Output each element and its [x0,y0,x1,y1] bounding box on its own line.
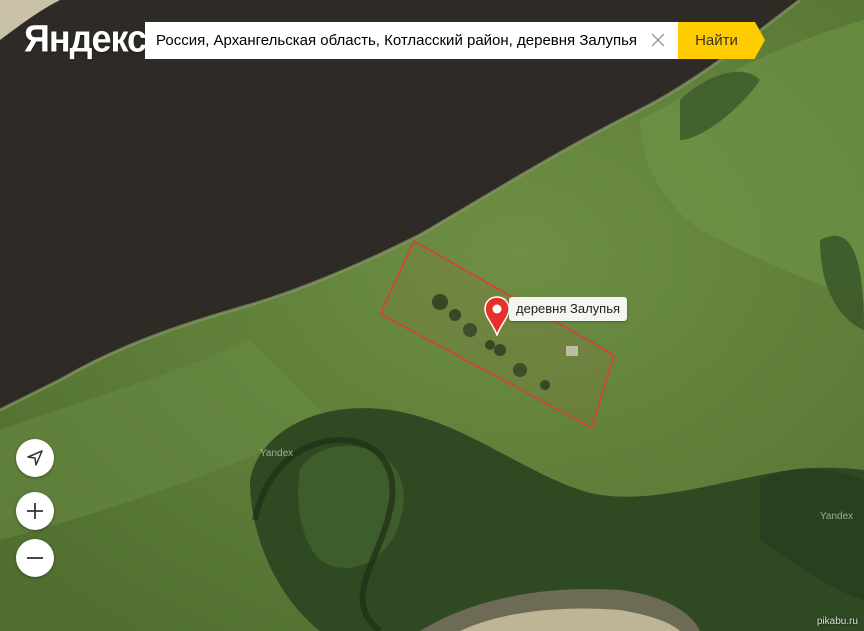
map-watermark: Yandex [820,511,854,522]
yandex-logo[interactable]: Яндекс [24,17,147,61]
map-pin-icon[interactable] [484,296,510,336]
zoom-in-button[interactable] [16,492,54,530]
minus-icon [27,557,43,559]
map-watermark: Yandex [260,448,294,459]
close-icon[interactable] [649,31,667,49]
plus-icon [27,503,43,519]
satellite-map[interactable] [0,0,864,631]
search-input[interactable] [145,22,678,59]
source-credit: pikabu.ru [816,616,858,627]
search-bar: Найти [145,22,765,59]
placemark-label[interactable]: деревня Залупья [509,297,628,321]
navigation-arrow-icon [27,450,43,466]
locate-button[interactable] [16,439,54,477]
search-button[interactable]: Найти [678,22,765,59]
zoom-out-button[interactable] [16,539,54,577]
